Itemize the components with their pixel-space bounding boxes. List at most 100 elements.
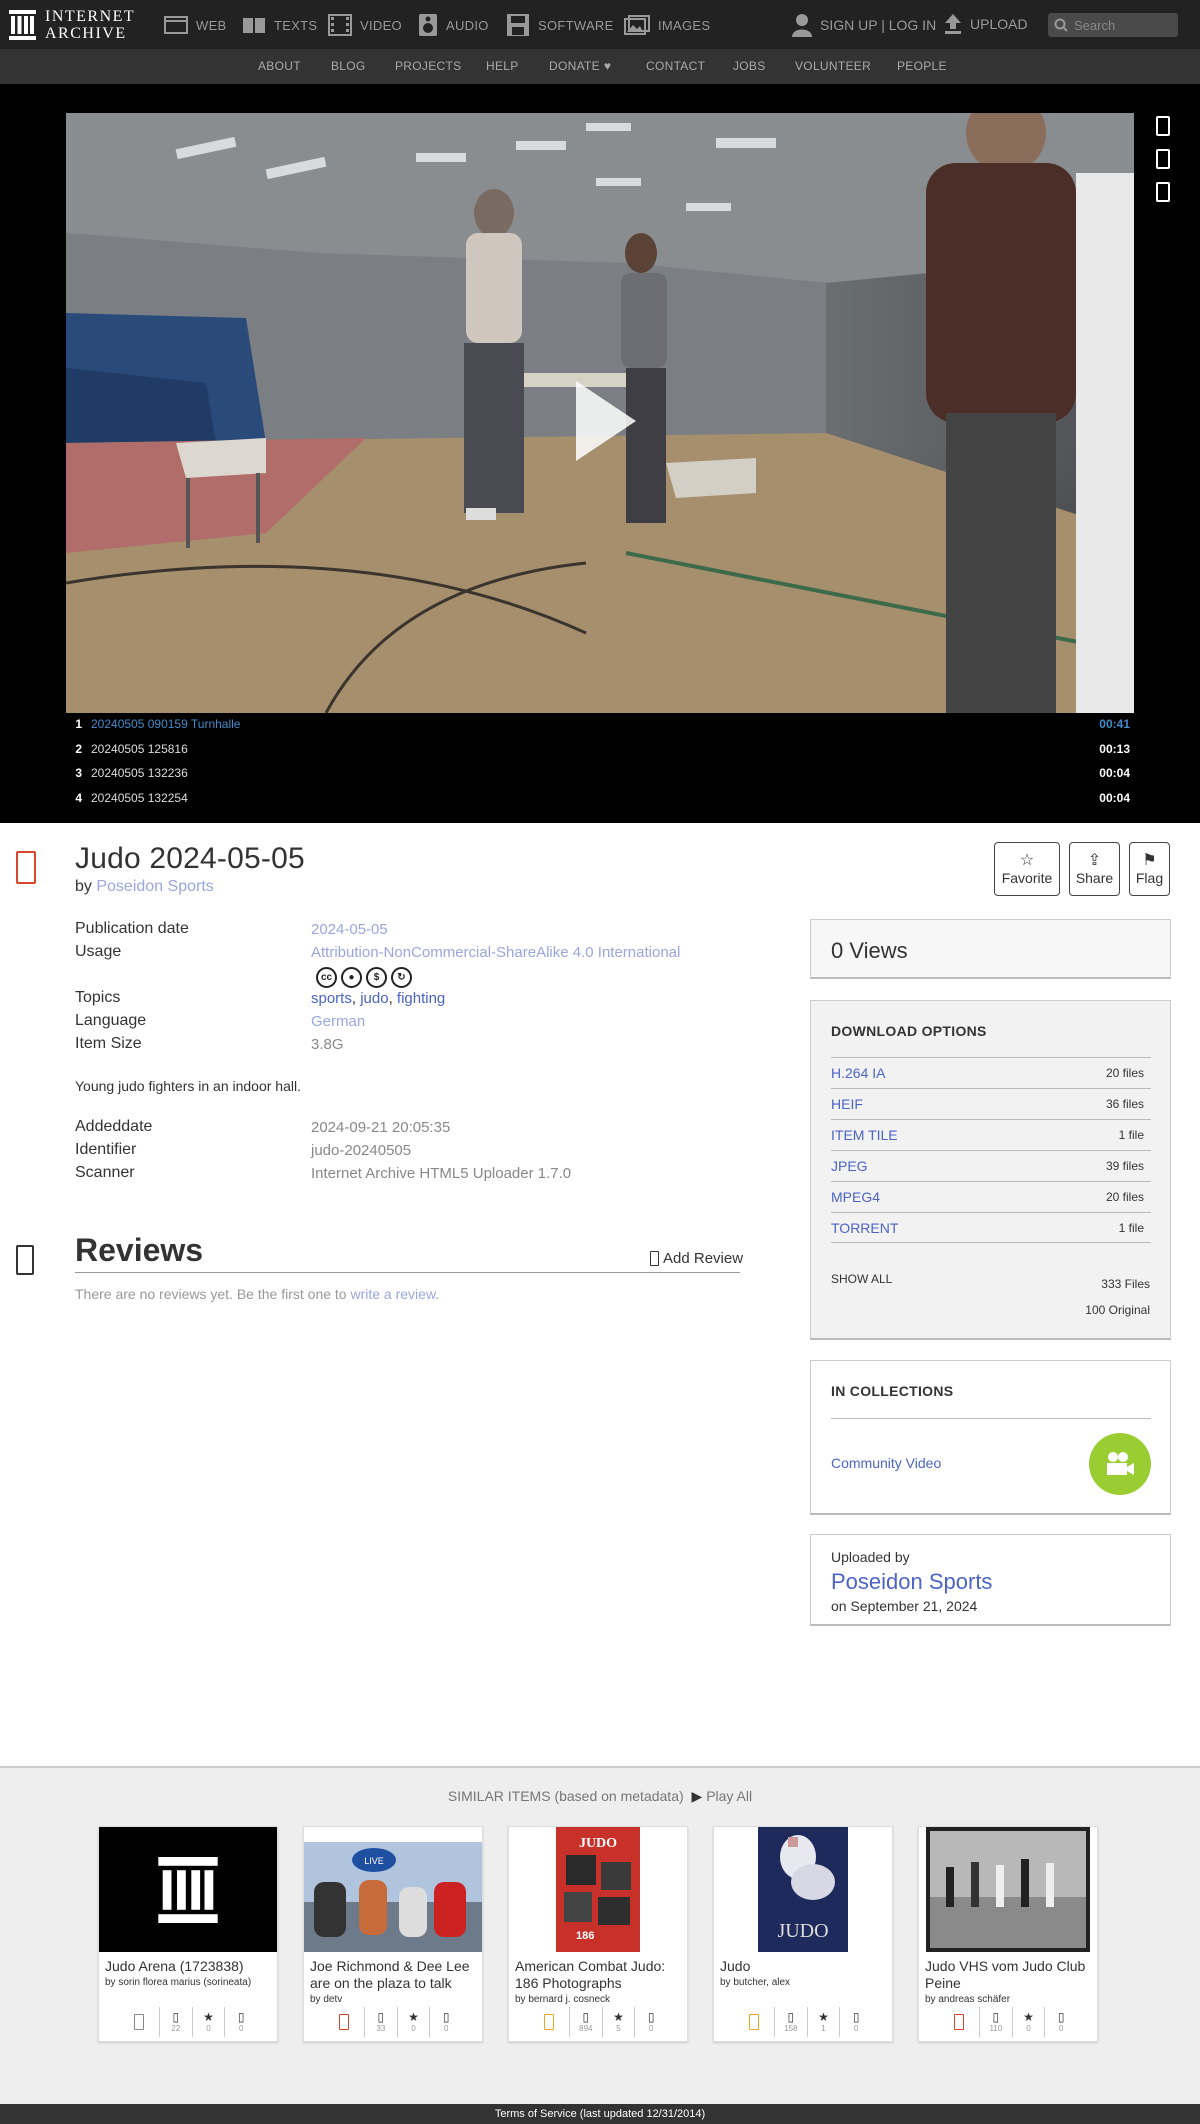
license-link[interactable]: Attribution-NonCommercial-ShareAlike 4.0… [311, 944, 680, 961]
identifier-value: judo-20240505 [311, 1142, 412, 1159]
playlist-item[interactable]: 3 20240505 132236 00:04 [66, 761, 1134, 786]
nav-web[interactable]: WEB [164, 12, 227, 38]
upload-label: UPLOAD [970, 16, 1028, 32]
search-input[interactable] [1074, 17, 1174, 33]
reviews-title: Reviews [75, 1232, 204, 1268]
collection-link[interactable]: Community Video [831, 1455, 941, 1471]
nav-video[interactable]: VIDEO [328, 12, 402, 38]
tile-byline: by andreas schäfer [925, 1994, 1011, 2005]
subnav-help[interactable]: HELP [486, 59, 519, 73]
reviews-count: 0 [648, 2024, 654, 2033]
text-type-icon [734, 2007, 774, 2037]
internet-archive-logo[interactable]: INTERNET ARCHIVE [9, 8, 135, 42]
search-icon[interactable] [1054, 18, 1068, 32]
similar-item-tile[interactable]: JUDO Judo by butcher, alex ▯ 158 ★ 1 ▯ 0 [713, 1826, 893, 2042]
subnav-donate-label: DONATE [549, 59, 600, 73]
creator-link[interactable]: Poseidon Sports [96, 878, 213, 895]
signup-login-link[interactable]: SIGN UP | LOG IN [792, 12, 936, 38]
similar-item-tile[interactable]: Judo Arena (1723838) by sorin florea mar… [98, 1826, 278, 2042]
subnav-donate[interactable]: DONATE ♥ [549, 59, 611, 73]
show-all-link[interactable]: SHOW ALL [831, 1272, 892, 1286]
cc-license-icons[interactable]: cc ● $ ↻ [316, 967, 412, 988]
terms-of-service-link[interactable]: Terms of Service (last updated 12/31/201… [495, 2108, 705, 2120]
topic-link[interactable]: sports [311, 990, 352, 1007]
video-camera-icon [1107, 1452, 1134, 1475]
reviews-stat: ▯ 0 [224, 2007, 257, 2037]
tile-thumbnail [99, 1827, 277, 1952]
views-count: 110 [989, 2024, 1003, 2033]
star-icon: ★ [818, 2010, 829, 2024]
subnav-contact[interactable]: CONTACT [646, 59, 705, 73]
playlist-item[interactable]: 1 20240505 090159 Turnhalle 00:41 [66, 712, 1134, 737]
nav-software[interactable]: SOFTWARE [506, 12, 614, 38]
playlist-item[interactable]: 2 20240505 125816 00:13 [66, 737, 1134, 762]
subnav-people[interactable]: PEOPLE [897, 59, 947, 73]
favorite-button[interactable]: ☆ Favorite [994, 842, 1060, 896]
playlist-item-duration: 00:41 [1099, 717, 1130, 732]
favorites-stat: ★ 0 [396, 2007, 430, 2037]
nav-texts-label: TEXTS [274, 17, 318, 33]
floppy-icon [507, 14, 529, 36]
tile-stats: ▯ 894 ★ 5 ▯ 0 [529, 2007, 667, 2037]
playlist-item-duration: 00:04 [1099, 766, 1130, 781]
uploader-link[interactable]: Poseidon Sports [831, 1569, 992, 1595]
write-review-link[interactable]: write a review [350, 1286, 435, 1302]
download-format-link[interactable]: JPEG [831, 1158, 868, 1174]
nav-texts[interactable]: TEXTS [242, 12, 317, 38]
add-review-button[interactable]: Add Review [650, 1250, 743, 1267]
secondary-nav: ABOUT BLOG PROJECTS HELP DONATE ♥ CONTACT… [0, 49, 1200, 84]
topics-label: Topics [75, 989, 121, 1006]
playlist-item-title: 20240505 125816 [91, 741, 188, 756]
reviews-stat: ▯ 0 [839, 2007, 872, 2037]
topic-separator: , [351, 990, 357, 1007]
reviews-stat: ▯ 0 [1044, 2007, 1077, 2037]
theater-mode-icon[interactable] [1156, 116, 1170, 136]
subnav-about[interactable]: ABOUT [258, 59, 301, 73]
favorites-count: 0 [206, 2024, 211, 2033]
tile-photo: LIVE [304, 1842, 482, 1952]
download-format-link[interactable]: H.264 IA [831, 1065, 885, 1081]
item-size-value: 3.8G [311, 1036, 344, 1053]
download-options-box: DOWNLOAD OPTIONS H.264 IA 20 files HEIF 36 … [810, 1000, 1171, 1340]
play-all-button[interactable]: ▶ Play All [692, 1788, 753, 1804]
subnav-volunteer[interactable]: VOLUNTEER [795, 59, 871, 73]
download-format-link[interactable]: HEIF [831, 1096, 863, 1112]
favorites-stat: ★ 1 [806, 2007, 840, 2037]
community-video-badge[interactable] [1089, 1433, 1151, 1495]
subnav-blog[interactable]: BLOG [331, 59, 366, 73]
upload-link[interactable]: UPLOAD [944, 11, 1028, 37]
download-format-link[interactable]: TORRENT [831, 1220, 898, 1236]
nav-images[interactable]: IMAGES [624, 12, 710, 38]
video-frame [66, 113, 1134, 713]
collections-title: IN COLLECTIONS [831, 1383, 954, 1399]
subnav-projects[interactable]: PROJECTS [395, 59, 461, 73]
language-value[interactable]: German [311, 1013, 365, 1030]
download-list: H.264 IA 20 files HEIF 36 files ITEM TILE 1 f… [831, 1057, 1151, 1243]
flag-button[interactable]: ⚑ Flag [1129, 842, 1170, 896]
similar-item-tile[interactable]: Judo VHS vom Judo Club Peine by andreas … [918, 1826, 1098, 2042]
topic-link[interactable]: judo [360, 990, 388, 1007]
nav-audio[interactable]: AUDIO [418, 12, 489, 38]
item-title: Judo 2024-05-05 [75, 842, 305, 875]
share-button[interactable]: ⇪ Share [1069, 842, 1120, 896]
fullscreen-icon[interactable] [1156, 182, 1170, 202]
subnav-jobs[interactable]: JOBS [733, 59, 766, 73]
topic-link[interactable]: fighting [397, 990, 445, 1007]
views-stat: ▯ 22 [159, 2007, 192, 2037]
download-format-link[interactable]: MPEG4 [831, 1189, 880, 1205]
collections-divider [831, 1418, 1151, 1419]
pubdate-value[interactable]: 2024-05-05 [311, 921, 388, 938]
playlist-item[interactable]: 4 20240505 132254 00:04 [66, 786, 1134, 811]
similar-item-tile[interactable]: LIVE Joe Richmond & Dee Lee are on the p… [303, 1826, 483, 2042]
share-video-icon[interactable] [1156, 149, 1170, 169]
archive-building-icon [158, 1856, 218, 1923]
film-icon [328, 14, 352, 36]
video-player[interactable] [66, 113, 1134, 713]
playlist-item-number: 4 [75, 790, 82, 805]
similar-item-tile[interactable]: JUDO 186 American Combat Judo: 186 Photo… [508, 1826, 688, 2042]
download-format-link[interactable]: ITEM TILE [831, 1127, 898, 1143]
item-byline: by Poseidon Sports [75, 878, 214, 896]
download-option-row: ITEM TILE 1 file [831, 1119, 1151, 1150]
views-count: 158 [784, 2024, 798, 2033]
reviews-empty-text: There are no reviews yet. Be the first o… [75, 1286, 439, 1302]
